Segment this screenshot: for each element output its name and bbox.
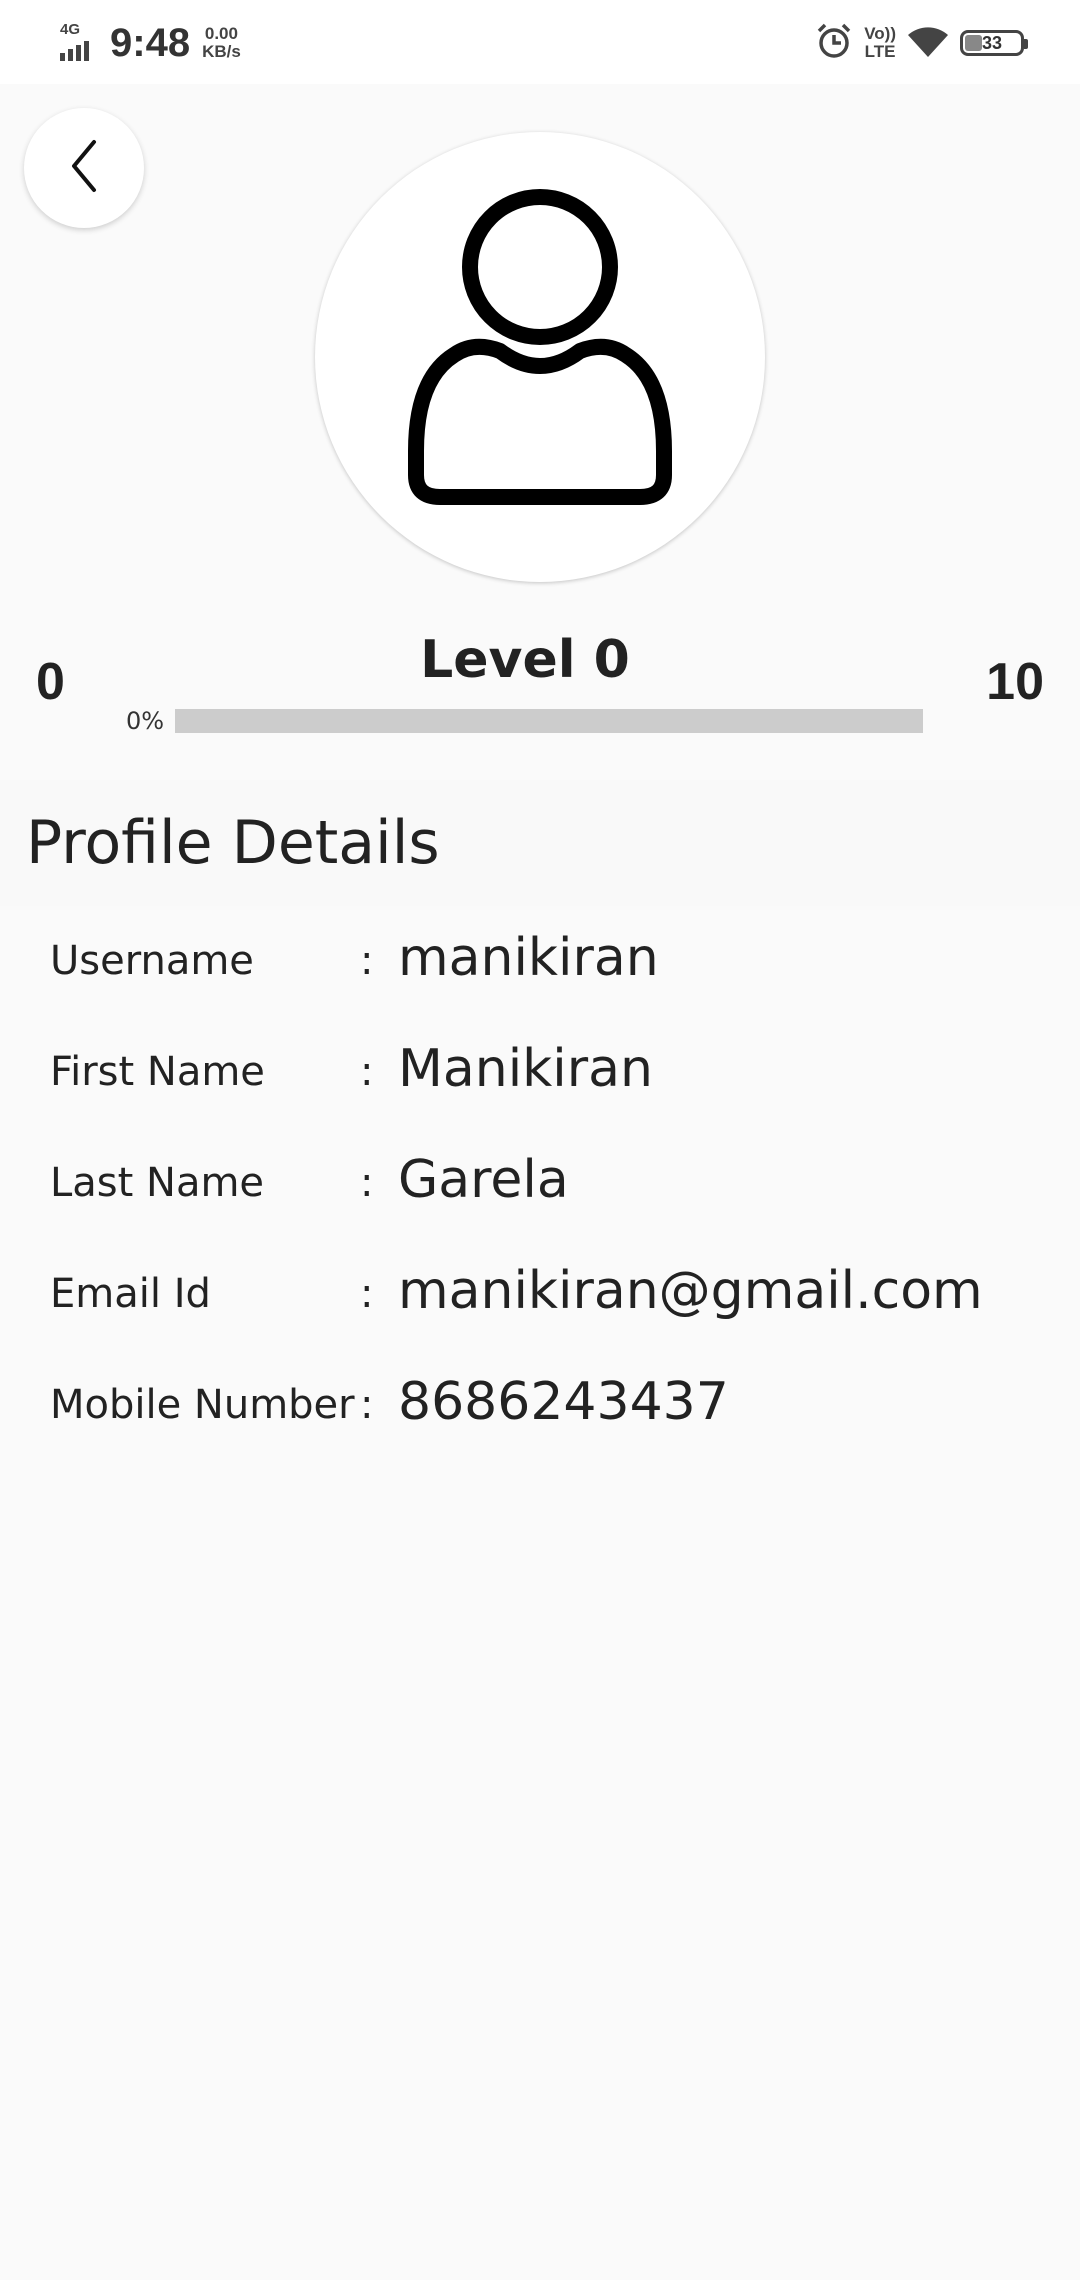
detail-label: First Name [50,1049,265,1095]
detail-value: manikiran@gmail.com [398,1261,983,1321]
battery-level: 33 [981,32,1003,53]
status-bar-right: Vo)) LTE 33 [814,18,1028,68]
detail-separator: : [360,1160,374,1206]
network-type: 4G [60,21,81,38]
detail-row-mobile: Mobile Number : 8686243437 [0,1350,1080,1461]
signal-icon: 4G [58,21,104,65]
network-speed: 0.00 KB/s [202,25,241,61]
network-speed-value: 0.00 [204,24,238,43]
battery-icon: 33 [960,30,1028,56]
back-button[interactable] [24,108,144,228]
detail-value: manikiran [398,928,659,988]
detail-row-email: Email Id : manikiran@gmail.com [0,1239,1080,1350]
status-time: 9:48 [110,20,191,65]
volte-icon: Vo)) LTE [864,25,896,61]
level-progress-bar [175,709,923,733]
detail-separator: : [360,1049,374,1095]
alarm-icon [814,21,854,65]
detail-separator: : [360,1271,374,1317]
chevron-left-icon [64,136,104,200]
detail-label: Email Id [50,1271,211,1317]
profile-details-title: Profile Details [26,808,440,878]
level-percent: 0% [126,707,165,735]
level-title: Level 0 [420,630,630,690]
wifi-icon [906,23,950,63]
level-max: 10 [986,653,1044,711]
network-speed-unit: KB/s [202,42,241,61]
detail-label: Mobile Number [50,1382,355,1428]
status-bar: 4G 9:48 0.00 KB/s Vo)) LTE 33 [0,0,1080,84]
user-icon [390,175,690,539]
detail-separator: : [360,938,374,984]
detail-value: Garela [398,1150,569,1210]
detail-label: Username [50,938,254,984]
detail-row-first-name: First Name : Manikiran [0,1017,1080,1128]
detail-separator: : [360,1382,374,1428]
detail-row-last-name: Last Name : Garela [0,1128,1080,1239]
detail-value: 8686243437 [398,1372,729,1432]
status-bar-left: 4G 9:48 0.00 KB/s [58,18,241,68]
profile-avatar[interactable] [315,132,765,582]
detail-value: Manikiran [398,1039,653,1099]
detail-label: Last Name [50,1160,265,1206]
lte-label: LTE [864,42,896,61]
profile-details-list: Username : manikiran First Name : Maniki… [0,906,1080,1461]
volte-label: Vo)) [864,24,896,43]
detail-row-username: Username : manikiran [0,906,1080,1017]
